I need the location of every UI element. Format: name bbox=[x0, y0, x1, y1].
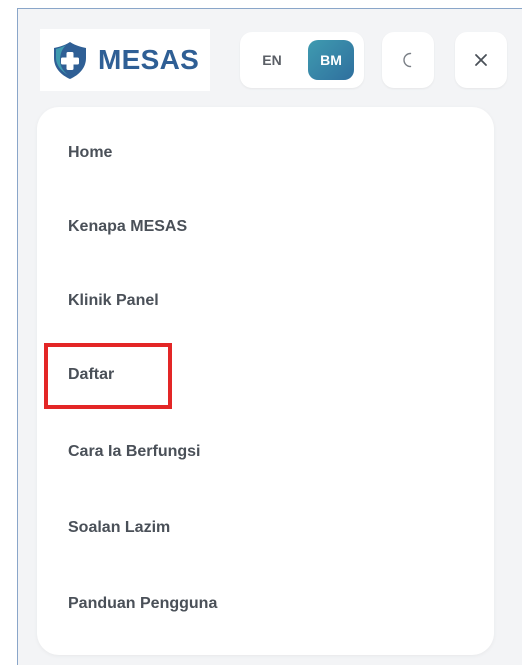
language-en-button[interactable]: EN bbox=[252, 46, 292, 74]
language-bm-button[interactable]: BM bbox=[308, 40, 354, 80]
theme-toggle-button[interactable] bbox=[382, 32, 434, 88]
logo[interactable]: MESAS bbox=[40, 29, 210, 91]
language-toggle: EN BM bbox=[240, 32, 364, 88]
menu-item-home[interactable]: Home bbox=[68, 139, 112, 167]
menu-item-cara-ia-berfungsi[interactable]: Cara Ia Berfungsi bbox=[68, 438, 200, 466]
close-icon bbox=[475, 54, 487, 66]
mobile-menu-screen: MESAS EN BM Home Kenapa MESAS Klinik Pan… bbox=[17, 8, 522, 665]
moon-icon bbox=[403, 52, 412, 68]
navigation-menu: Home Kenapa MESAS Klinik Panel Daftar Ca… bbox=[37, 107, 494, 655]
menu-item-klinik-panel[interactable]: Klinik Panel bbox=[68, 287, 159, 315]
header: MESAS EN BM bbox=[18, 9, 522, 109]
brand-name: MESAS bbox=[98, 44, 200, 75]
menu-item-kenapa-mesas[interactable]: Kenapa MESAS bbox=[68, 213, 187, 241]
shield-medical-cross-icon bbox=[54, 42, 86, 79]
menu-item-panduan-pengguna[interactable]: Panduan Pengguna bbox=[68, 590, 217, 618]
menu-item-soalan-lazim[interactable]: Soalan Lazim bbox=[68, 514, 170, 542]
menu-item-daftar[interactable]: Daftar bbox=[68, 361, 114, 389]
close-button[interactable] bbox=[455, 32, 507, 88]
